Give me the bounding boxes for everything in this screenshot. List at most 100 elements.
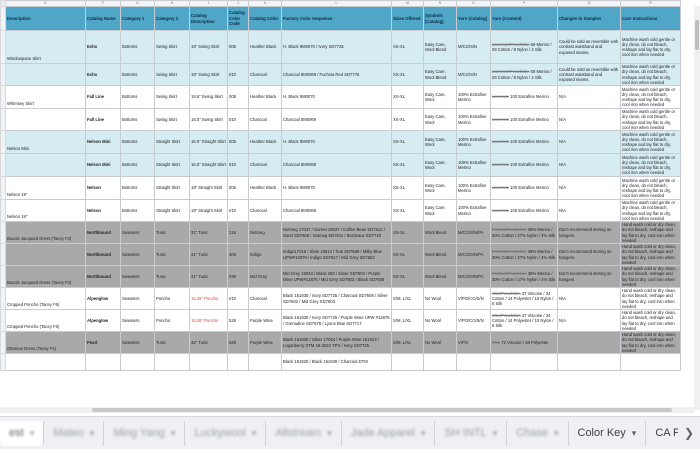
cell-name[interactable]: Northbound — [85, 221, 121, 244]
cell-yarn_cat[interactable]: 100% Extrafine Merino — [456, 108, 491, 131]
cell-changes[interactable]: N/A — [557, 108, 621, 131]
cell-yarn_cat[interactable]: 100% Extrafine Merino — [456, 130, 491, 154]
cell-color[interactable]: Heather Black — [248, 130, 282, 154]
cell-yarn_content[interactable]: Slim 72 Viscose / 28 Polyester — [490, 331, 558, 354]
cell-cat1[interactable]: Bottoms — [120, 153, 155, 177]
cell-symbols[interactable]: Wool Blend — [423, 243, 457, 266]
cell-name[interactable] — [85, 353, 121, 371]
cell-cdesc[interactable]: 16.5" Straight Skirt — [189, 153, 228, 177]
cell-yarn_cat[interactable]: M/CO/S/N — [456, 30, 491, 64]
cell-code[interactable]: 010 — [227, 287, 249, 310]
header-cell[interactable]: Catalog Color — [248, 6, 282, 31]
cell-symbols[interactable]: Easy Care, Wool — [423, 199, 457, 222]
cell-symbols[interactable]: No Wool — [423, 331, 457, 354]
cell-sizes[interactable]: S/M, L/XL — [391, 309, 424, 332]
cell-seq[interactable]: Black 151930 / Ivory SD7725 / Purple Win… — [281, 309, 392, 332]
cell-name[interactable]: Echo — [85, 63, 121, 86]
cell-code[interactable] — [227, 353, 249, 371]
caret-down-icon[interactable]: ▾ — [171, 428, 176, 439]
sheet-tab[interactable]: Ming Yang ▾ — [104, 420, 186, 446]
caret-down-icon[interactable]: ▾ — [554, 428, 559, 439]
cell-sizes[interactable]: XS-XL — [391, 63, 424, 86]
cell-cat2[interactable]: Poncho — [154, 287, 190, 310]
cell-care[interactable]: Machine wash cold gentle or dry clean, d… — [620, 130, 681, 154]
cell-sizes[interactable]: XS-XL — [391, 153, 424, 177]
cell-yarn_content[interactable]: Slim/Peachskin 37 Viscose / 34 Cotton / … — [490, 309, 558, 332]
cell-sizes[interactable]: XS-XL — [391, 176, 424, 200]
cell-seq[interactable]: H. Black 9M0070 — [281, 176, 392, 200]
cell-yarn_content[interactable]: Frosted/Peachskin 39% Merino / 30% Cotto… — [490, 265, 558, 288]
cell-care[interactable]: Hand wash cold or dry clean, do not blea… — [620, 309, 681, 332]
cell-yarn_content[interactable]: Lacrosse/Peachskin 59 Merino / 29 Cotton… — [490, 30, 558, 64]
cell-color[interactable]: Charcoal — [248, 108, 282, 131]
cell-yarn_content[interactable]: Lacrosse 100 Extrafine Merino — [490, 153, 558, 177]
cell-yarn_content[interactable]: Lacrosse 100 Extrafine Merino — [490, 85, 558, 109]
cell-code[interactable]: 010 — [227, 63, 249, 86]
cell-changes[interactable]: N/A — [557, 85, 621, 109]
cell-seq[interactable]: Charcoal 8M0069 — [281, 199, 392, 222]
caret-down-icon[interactable]: ▾ — [90, 428, 95, 439]
cell-desc[interactable]: Cropped Poncho (Tacey F6) — [5, 287, 86, 310]
cell-yarn_cat[interactable]: M/CO/S/N/PA — [456, 243, 491, 266]
cell-color[interactable]: Indigo — [248, 243, 282, 266]
sheet-tab[interactable]: SH INTL ▾ — [435, 420, 508, 446]
cell-symbols[interactable]: No Wool — [423, 309, 457, 332]
header-cell[interactable]: Catalog Color Code — [227, 6, 249, 31]
cell-changes[interactable]: N/A — [557, 287, 621, 310]
spreadsheet-grid[interactable]: E F G H I J K L M N O P Q R Description Catalog Name Cat… — [0, 0, 700, 448]
cell-cat1[interactable]: Sweaters — [120, 265, 155, 288]
sheet-tab[interactable]: Chase ▾ — [507, 420, 569, 446]
cell-cat2[interactable]: Straight Skirt — [154, 130, 190, 154]
cell-cat2[interactable]: Swing Skirt — [154, 108, 190, 131]
cell-cat2[interactable]: Tunic — [154, 243, 190, 266]
cell-care[interactable]: Machine wash cold gentle or dry clean, d… — [620, 108, 681, 131]
cell-changes[interactable]: N/A — [557, 130, 621, 154]
cell-care[interactable]: Hand wash cold or dry clean, do not blea… — [620, 221, 681, 244]
caret-down-icon[interactable]: ▾ — [421, 428, 426, 439]
cell-code[interactable]: 005 — [227, 130, 249, 154]
cell-code[interactable]: 528 — [227, 331, 249, 354]
cell-cdesc[interactable]: 18.5" Swing Skirt — [189, 108, 228, 131]
cell-desc[interactable]: Nelson 19" — [5, 199, 86, 222]
sheet-tab[interactable]: Mateo ▾ — [44, 420, 105, 446]
cell-care[interactable]: Machine wash cold gentle or dry clean, d… — [620, 199, 681, 222]
cell-cat1[interactable] — [120, 353, 155, 371]
cell-desc[interactable] — [5, 243, 86, 266]
cell-symbols[interactable]: Easy Care, Wool — [423, 85, 457, 109]
cell-yarn_content[interactable]: Slim/Peachskin 37 Viscose / 34 Cotton / … — [490, 287, 558, 310]
cell-yarn_cat[interactable]: M/CO/S/N — [456, 63, 491, 86]
cell-sizes[interactable]: XS-XL — [391, 243, 424, 266]
cell-cat1[interactable]: Bottoms — [120, 176, 155, 200]
cell-name[interactable]: Fall Line — [85, 85, 121, 109]
sheet-tab[interactable]: Luckywool ▾ — [185, 420, 267, 446]
cell-code[interactable]: 005 — [227, 85, 249, 109]
cell-changes[interactable]: N/A — [557, 153, 621, 177]
cell-desc[interactable]: Boucle Jacquard Dress (Tacey F3) — [5, 265, 86, 288]
vertical-scroll-thumb[interactable] — [695, 20, 699, 50]
cell-color[interactable]: Charcoal — [248, 287, 282, 310]
cell-seq[interactable]: Charcoal 8M0069 — [281, 108, 392, 131]
cell-color[interactable]: Mid Grey — [248, 265, 282, 288]
cell-code[interactable]: 218 — [227, 221, 249, 244]
cell-cdesc[interactable]: 19" Swing Skirt — [189, 30, 228, 64]
cell-seq[interactable]: Charcoal 8M0069 / Fuchsia Red SD7776 — [281, 63, 392, 86]
cell-sizes[interactable]: S/M, L/XL — [391, 287, 424, 310]
cell-symbols[interactable]: Easy Care, Wool Blend — [423, 30, 457, 64]
cell-sizes[interactable]: XS-XL — [391, 30, 424, 64]
cell-yarn_cat[interactable]: 100% Extrafine Merino — [456, 199, 491, 222]
sheet-tab[interactable]: Allstream ▾ — [266, 420, 342, 446]
cell-desc[interactable]: Cropped Poncho (Tacey F6) — [5, 309, 86, 332]
cell-cdesc[interactable]: 15.25" Poncho — [189, 287, 228, 310]
cell-yarn_content[interactable]: Lacrosse 100 Extrafine Merino — [490, 176, 558, 200]
cell-cat1[interactable]: Sweaters — [120, 309, 155, 332]
sheet-tab[interactable]: est ▾ — [0, 420, 45, 446]
header-cell[interactable]: Factory Color Sequence — [281, 6, 392, 31]
cell-changes[interactable] — [557, 331, 621, 354]
cell-name[interactable]: Alpenglow — [85, 309, 121, 332]
cell-cat1[interactable]: Bottoms — [120, 30, 155, 64]
horizontal-scrollbar[interactable] — [0, 407, 694, 413]
cell-changes[interactable]: Could be sold as reversible with contras… — [557, 63, 621, 86]
cell-cdesc[interactable]: 19" Straight Skirt — [189, 176, 228, 200]
cell-care[interactable]: Machine wash cold gentle or dry clean, d… — [620, 85, 681, 109]
cell-sizes[interactable]: XS-XL — [391, 265, 424, 288]
